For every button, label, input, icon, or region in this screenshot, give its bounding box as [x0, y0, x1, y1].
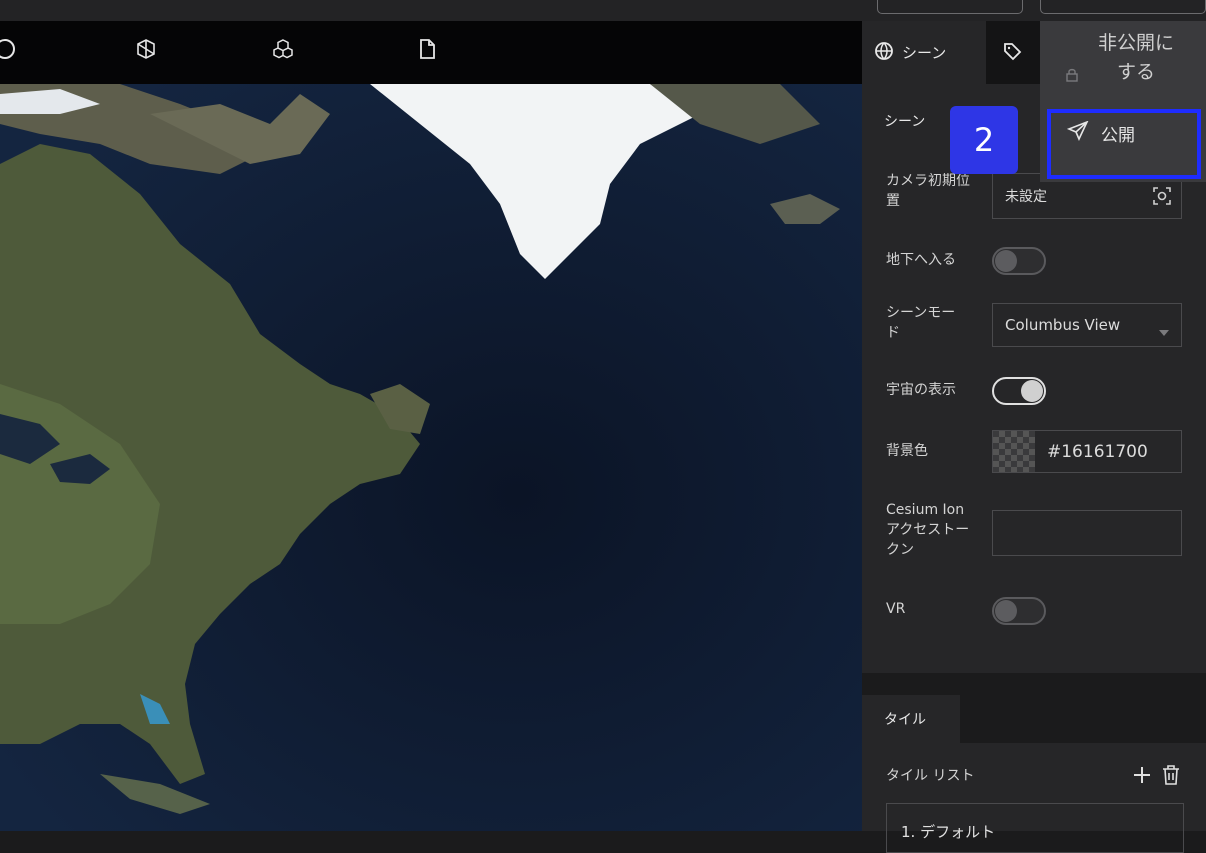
globe-icon	[874, 41, 894, 65]
file-icon[interactable]	[416, 38, 438, 60]
unpublish-item[interactable]: 非公開にする	[1096, 29, 1176, 87]
step-badge: 2	[950, 106, 1018, 174]
publish-label: 公開	[1101, 126, 1135, 146]
camera-capture-icon[interactable]	[1153, 187, 1171, 209]
camera-value: 未設定	[1005, 189, 1047, 205]
header-button-publish[interactable]	[1040, 0, 1206, 14]
header-button-left[interactable]	[877, 0, 1023, 14]
vr-label: VR	[886, 601, 906, 617]
scene-mode-value: Columbus View	[1005, 316, 1121, 334]
scene-mode-select[interactable]: Columbus View	[992, 303, 1182, 347]
bg-color-label: 背景色	[886, 443, 928, 459]
bg-color-field[interactable]: #16161700	[992, 430, 1182, 473]
tab-scene[interactable]: シーン	[862, 21, 986, 84]
cube-icon[interactable]	[135, 38, 157, 60]
space-label: 宇宙の表示	[886, 382, 956, 398]
map-viewport[interactable]	[0, 84, 862, 831]
tab-scene-label: シーン	[902, 44, 947, 62]
camera-label: カメラ初期位置	[886, 173, 970, 209]
circle-icon[interactable]	[0, 38, 16, 60]
tab-tag[interactable]	[986, 21, 1038, 84]
cubes-icon[interactable]	[272, 38, 294, 60]
top-header-strip	[0, 0, 1206, 21]
tiles-section-title: タイル	[862, 695, 960, 743]
send-icon	[1066, 120, 1089, 146]
bg-color-value: #16161700	[1047, 442, 1148, 462]
underground-label: 地下へ入る	[886, 252, 956, 268]
tag-icon	[1002, 41, 1022, 65]
scene-mode-label: シーンモード	[886, 305, 956, 341]
satellite-map-image	[0, 84, 862, 831]
chevron-down-icon	[1159, 322, 1169, 340]
lock-icon	[1066, 67, 1078, 86]
cesium-label: Cesium Ion アクセストークン	[886, 502, 970, 558]
vr-toggle[interactable]	[992, 597, 1046, 625]
underground-toggle[interactable]	[992, 247, 1046, 275]
tile-item-label: 1. デフォルト	[901, 823, 996, 841]
add-icon[interactable]	[1132, 765, 1152, 789]
cesium-token-input[interactable]	[992, 510, 1182, 556]
space-toggle[interactable]	[992, 377, 1046, 405]
scene-section-title: シーン	[862, 99, 962, 143]
publish-item[interactable]: 公開	[1047, 109, 1201, 179]
trash-icon[interactable]	[1162, 765, 1180, 789]
color-swatch[interactable]	[993, 431, 1035, 472]
tile-list-item[interactable]: 1. デフォルト	[886, 803, 1184, 853]
tile-list-label: タイル リスト	[886, 768, 975, 784]
